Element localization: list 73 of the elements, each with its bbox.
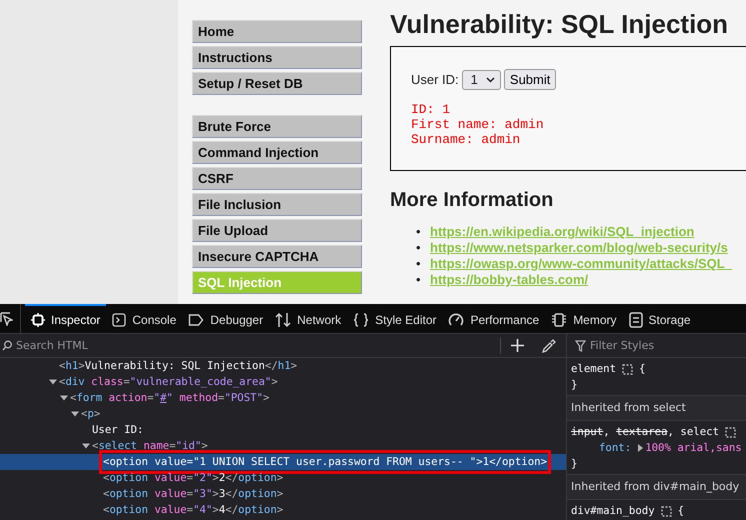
caret-icon	[486, 76, 495, 82]
markup-line[interactable]: <form action="#" method="POST">	[0, 390, 566, 406]
search-icon	[2, 340, 12, 351]
css-value: 100% arial,sans	[645, 440, 742, 456]
menu-item[interactable]: File Inclusion	[192, 193, 362, 216]
menu-item[interactable]: File Upload	[192, 219, 362, 242]
brace: }	[571, 456, 578, 472]
devtools-tab[interactable]: Network	[269, 304, 348, 333]
markup-line[interactable]: User ID:	[0, 422, 566, 438]
console-icon	[112, 312, 126, 326]
markup-line[interactable]: <h1>Vulnerability: SQL Injection</h1>	[0, 358, 566, 374]
devtools-tab[interactable]: Performance	[442, 304, 546, 333]
expand-triangle-icon[interactable]	[638, 444, 644, 452]
bullet: •	[416, 224, 422, 240]
devtools-tab[interactable]: Memory	[545, 304, 623, 333]
filter-icon	[575, 340, 586, 352]
markup-line[interactable]: <option value="2">2</option>	[0, 470, 566, 486]
result-line: ID: 1	[411, 102, 452, 117]
inherited-header: Inherited from select	[567, 396, 746, 421]
filter-field[interactable]: Filter Styles	[590, 339, 746, 352]
menu-item[interactable]: Insecure CAPTCHA	[192, 245, 362, 268]
markup-line[interactable]: <p>	[0, 406, 566, 422]
menu-item[interactable]: Instructions	[192, 46, 362, 69]
element-picker-icon[interactable]	[0, 312, 13, 326]
markup-line[interactable]: <div class="vulnerable_code_area">	[0, 374, 566, 390]
result-line: First name: admin	[411, 117, 545, 132]
bullet: •	[416, 256, 422, 272]
grid-dots-icon[interactable]	[725, 426, 736, 438]
memory-chip-icon	[551, 312, 568, 328]
grid-dots-icon[interactable]	[622, 364, 634, 374]
rule-selector: element	[571, 361, 616, 377]
inspector-icon	[31, 312, 45, 326]
expanded-triangle-icon[interactable]	[60, 394, 68, 402]
rule-selector: div#main_body	[571, 503, 655, 519]
expanded-triangle-icon[interactable]	[82, 442, 90, 450]
devtools-tab[interactable]: Inspector	[25, 304, 106, 333]
brace: {	[639, 361, 646, 377]
brace: {	[678, 503, 684, 519]
braces-icon	[353, 312, 370, 326]
markup-line[interactable]: <option value="4">4</option>	[0, 502, 566, 518]
expanded-triangle-icon[interactable]	[71, 410, 79, 418]
menu-item[interactable]: Setup / Reset DB	[192, 72, 362, 95]
network-icon	[275, 312, 292, 328]
debugger-icon	[188, 312, 204, 326]
submit-button[interactable]: Submit	[504, 69, 556, 90]
devtools-tab[interactable]: Style Editor	[347, 304, 442, 333]
search-field[interactable]: Search HTML	[16, 339, 496, 352]
plus-icon[interactable]	[511, 339, 524, 352]
rule-selector: input, textarea, select	[571, 424, 720, 440]
devtools-tab[interactable]: Console	[106, 304, 182, 333]
brace: }	[571, 377, 578, 393]
result-line: Surname: admin	[411, 132, 522, 147]
bullet: •	[416, 272, 422, 288]
grid-dots-icon[interactable]	[660, 506, 672, 516]
bullet: •	[416, 240, 422, 256]
markup-line[interactable]: <option value="3">3</option>	[0, 486, 566, 502]
user-id-select[interactable]: 1	[462, 70, 501, 90]
section-heading: More Information	[390, 188, 554, 212]
css-property: font:	[599, 440, 632, 456]
markup-line[interactable]: <select name="id">	[0, 438, 566, 454]
menu-item[interactable]: Brute Force	[192, 115, 362, 138]
field-label: User ID:	[411, 72, 459, 87]
menu-item[interactable]: Home	[192, 20, 362, 43]
expanded-triangle-icon[interactable]	[49, 378, 57, 386]
page-title: Vulnerability: SQL Injection	[390, 9, 730, 39]
menu-item[interactable]: CSRF	[192, 167, 362, 190]
devtools-tab[interactable]: Storage	[622, 304, 697, 333]
menu-item[interactable]: Command Injection	[192, 141, 362, 164]
devtools-tab[interactable]: Debugger	[182, 304, 270, 333]
gauge-icon	[448, 312, 464, 328]
inherited-header: Inherited from div#main_body	[567, 475, 746, 500]
storage-icon	[628, 312, 643, 328]
eyedropper-icon[interactable]	[542, 338, 556, 352]
